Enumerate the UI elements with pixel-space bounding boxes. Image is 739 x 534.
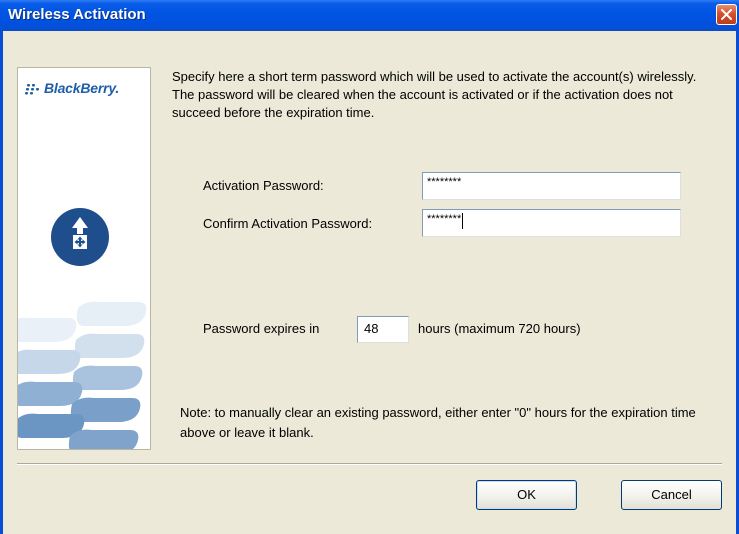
activation-password-label: Activation Password:	[203, 178, 324, 193]
confirm-password-value: ********	[427, 213, 462, 225]
activation-emblem	[51, 208, 109, 266]
cancel-button[interactable]: Cancel	[621, 480, 722, 510]
decorative-pattern	[18, 301, 147, 449]
expires-suffix-label: hours (maximum 720 hours)	[418, 321, 581, 336]
ok-button[interactable]: OK	[476, 480, 577, 510]
brand-banner: BlackBerry.	[17, 67, 151, 450]
blackberry-logo-text: BlackBerry.	[44, 80, 120, 96]
confirm-password-label: Confirm Activation Password:	[203, 216, 373, 231]
close-icon	[721, 9, 732, 20]
instructions-text: Specify here a short term password which…	[172, 69, 697, 120]
title-bar[interactable]: Wireless Activation	[0, 0, 739, 31]
window-title: Wireless Activation	[8, 6, 146, 23]
confirm-password-input[interactable]: ********	[422, 209, 681, 237]
text-caret	[462, 213, 464, 229]
expiration-hours-value: 48	[364, 321, 379, 336]
activation-password-value: ********	[427, 176, 462, 188]
expiration-hours-input[interactable]: 48	[357, 316, 409, 343]
expires-label: Password expires in	[203, 321, 320, 336]
activation-password-input[interactable]: ********	[422, 172, 681, 200]
window-frame-left	[0, 31, 3, 534]
close-button[interactable]	[716, 4, 737, 25]
blackberry-logo-icon	[25, 84, 39, 95]
arrows-icon	[72, 217, 88, 249]
separator	[17, 463, 722, 465]
note-text: Note: to manually clear an existing pass…	[180, 405, 696, 440]
